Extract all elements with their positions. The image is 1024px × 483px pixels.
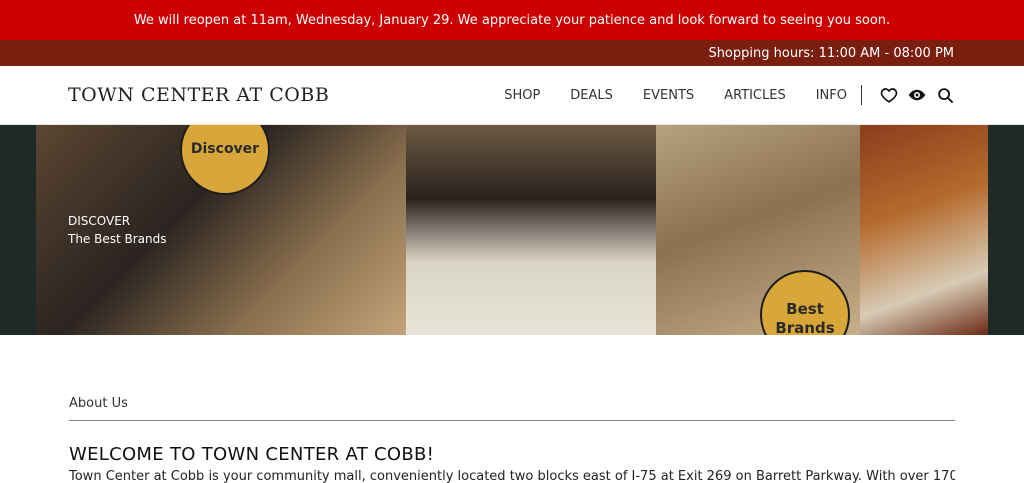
hero-image-sunglasses — [860, 125, 988, 335]
hero-image-model — [406, 125, 656, 335]
heart-icon[interactable] — [878, 84, 900, 106]
shopping-hours-bar: Shopping hours: 11:00 AM - 08:00 PM — [0, 40, 1024, 66]
alert-text: We will reopen at 11am, Wednesday, Janua… — [133, 12, 891, 28]
reopen-alert-banner: We will reopen at 11am, Wednesday, Janua… — [0, 0, 1024, 40]
about-us-label: About Us — [69, 396, 955, 421]
welcome-paragraph: Town Center at Cobb is your community ma… — [69, 469, 955, 483]
hero-caption-line1: DISCOVER — [68, 214, 131, 228]
hero-banner[interactable]: Discover Best Brands DISCOVER The Best B… — [0, 125, 1024, 335]
nav-shop[interactable]: SHOP — [504, 88, 540, 103]
nav-articles[interactable]: ARTICLES — [724, 88, 786, 103]
about-section: About Us WELCOME TO TOWN CENTER AT COBB!… — [0, 396, 1024, 483]
site-logo[interactable]: TOWN CENTER AT COBB — [68, 84, 329, 106]
welcome-heading: WELCOME TO TOWN CENTER AT COBB! — [69, 444, 435, 465]
site-header: TOWN CENTER AT COBB SHOP DEALS EVENTS AR… — [0, 66, 1024, 125]
shopping-hours-text: Shopping hours: 11:00 AM - 08:00 PM — [708, 45, 954, 61]
nav-deals[interactable]: DEALS — [570, 88, 613, 103]
nav-info[interactable]: INFO — [816, 88, 847, 103]
main-nav: SHOP DEALS EVENTS ARTICLES INFO — [474, 84, 956, 106]
hero-caption-line2: The Best Brands — [68, 232, 167, 246]
search-icon[interactable] — [934, 84, 956, 106]
hero-caption: DISCOVER The Best Brands — [68, 212, 167, 248]
eye-icon[interactable] — [906, 84, 928, 106]
nav-events[interactable]: EVENTS — [643, 88, 694, 103]
nav-divider — [861, 85, 862, 105]
